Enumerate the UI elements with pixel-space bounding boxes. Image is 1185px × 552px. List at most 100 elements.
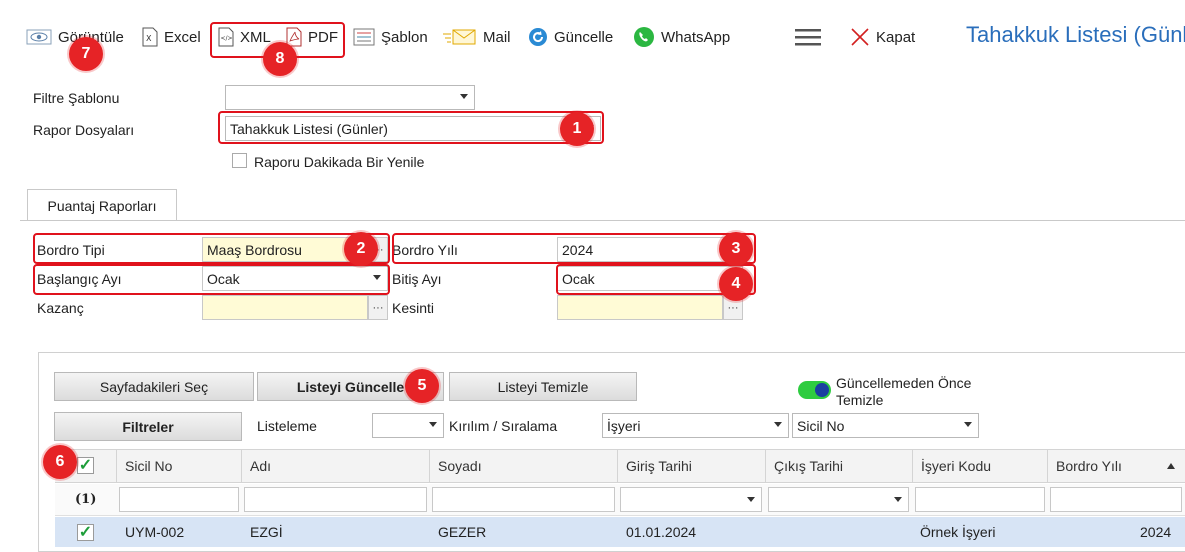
template-label: Şablon [381,28,428,46]
page-title: Tahakkuk Listesi (Günler) [966,22,1185,47]
badge-2: 2 [344,232,378,266]
breakdown-label: Kırılım / Sıralama [449,418,558,434]
pdf-label: PDF [308,28,338,46]
excel-label: Excel [164,28,201,46]
svg-text:</>: </> [221,35,233,42]
select-all-checkbox[interactable]: ✓ [77,457,94,474]
listing-label: Listeleme [257,418,317,434]
more-dots-icon: ··· [372,301,384,314]
eye-icon [26,29,52,45]
cell-adi: EZGİ [250,524,283,540]
sort-ascending-icon [1167,463,1175,469]
filter-cikis-tarihi[interactable] [768,487,909,512]
row-checkbox[interactable]: ✓ [77,524,94,541]
filter-isyeri-kodu[interactable] [915,487,1045,512]
chevron-down-icon [373,275,381,280]
auto-refresh-checkbox[interactable] [232,153,247,168]
cell-giris-tarihi: 01.01.2024 [626,524,697,540]
column-header-isyeri-kodu[interactable]: İşyeri Kodu [912,449,1047,483]
xml-button[interactable]: </> XML [218,24,271,50]
earning-lookup-button[interactable]: ··· [368,295,388,320]
start-month-label: Başlangıç Ayı [37,271,122,287]
deduction-label: Kesinti [392,300,435,316]
filter-template-label: Filtre Şablonu [33,90,120,106]
checkmark-icon: ✓ [78,456,93,474]
column-header-bordro-yili[interactable]: Bordro Yılı [1047,449,1185,483]
column-header-adi[interactable]: Adı [241,449,429,483]
refresh-icon [529,28,547,46]
payroll-type-label: Bordro Tipi [37,242,105,258]
template-button[interactable]: Şablon [353,24,428,50]
toolbar: Görüntüle X Excel </> XML PDF Şablon Mai… [0,0,1185,66]
badge-3: 3 [719,232,753,266]
filter-bordro-yili[interactable] [1050,487,1182,512]
chevron-down-icon [429,422,437,427]
xml-file-icon: </> [218,27,234,47]
badge-8: 8 [263,42,297,76]
column-header-soyadi[interactable]: Soyadı [429,449,617,483]
filter-template-select[interactable] [225,85,475,110]
tab-puantaj-raporlari[interactable]: Puantaj Raporları [27,189,177,221]
chevron-down-icon [894,497,902,502]
cell-soyadi: GEZER [438,524,487,540]
filters-label: Filtreler [122,418,174,435]
end-month-value: Ocak [562,270,595,287]
filters-button[interactable]: Filtreler [54,412,242,441]
close-label: Kapat [876,28,916,46]
toggle-knob [815,383,829,397]
pdf-button[interactable]: PDF [286,24,338,50]
clear-before-update-toggle[interactable] [798,381,831,399]
column-header-giris-tarihi[interactable]: Giriş Tarihi [617,449,765,483]
refresh-button[interactable]: Güncelle [528,24,613,50]
clear-before-update-label: Güncellemeden Önce Temizle [836,375,972,408]
badge-5: 5 [405,369,439,403]
svg-text:X: X [146,34,152,43]
chevron-down-icon [460,94,468,99]
excel-button[interactable]: X Excel [142,24,201,50]
start-month-select[interactable]: Ocak [202,266,388,291]
breakdown-value-1: İşyeri [607,417,641,434]
filter-soyadi[interactable] [432,487,615,512]
tab-label: Puantaj Raporları [47,197,157,214]
clear-list-label: Listeyi Temizle [497,378,589,395]
earning-field[interactable] [202,295,368,320]
column-header-sicil-no[interactable]: Sicil No [116,449,241,483]
report-files-value: Tahakkuk Listesi (Günler) [230,120,388,137]
excel-icon: X [142,27,158,47]
filter-adi[interactable] [244,487,427,512]
close-button[interactable]: Kapat [850,24,915,50]
payroll-year-label: Bordro Yılı [392,242,458,258]
deduction-field[interactable] [557,295,723,320]
cell-bordro-yili: 2024 [1140,524,1172,540]
column-header-label: Çıkış Tarihi [774,458,843,474]
chevron-down-icon [774,422,782,427]
badge-6: 6 [43,445,77,479]
column-header-cikis-tarihi[interactable]: Çıkış Tarihi [765,449,912,483]
more-dots-icon: ··· [727,301,739,314]
filter-giris-tarihi[interactable] [620,487,762,512]
auto-refresh-label: Raporu Dakikada Bir Yenile [254,154,425,170]
update-list-label: Listeyi Güncelle [296,378,405,395]
breakdown-select-2[interactable]: Sicil No [792,413,979,438]
filter-sicil-no[interactable] [119,487,239,512]
payroll-year-value: 2024 [562,241,594,258]
close-icon [851,28,869,46]
payroll-year-field[interactable]: 2024 [557,237,743,262]
table-row[interactable] [55,517,1185,547]
mail-label: Mail [483,28,511,46]
select-page-button[interactable]: Sayfadakileri Seç [54,372,254,401]
menu-button[interactable] [795,24,821,50]
column-header-label: Adı [250,458,272,474]
mail-button[interactable]: Mail [443,24,511,50]
report-files-select[interactable]: Tahakkuk Listesi (Günler) [225,116,601,141]
end-month-select[interactable]: Ocak [557,266,743,291]
refresh-label: Güncelle [554,28,614,46]
breakdown-select-1[interactable]: İşyeri [602,413,789,438]
select-page-label: Sayfadakileri Seç [99,378,209,395]
payroll-type-value: Maaş Bordrosu [207,241,302,258]
column-header-label: Sicil No [125,458,173,474]
cell-isyeri-kodu: Örnek İşyeri [920,524,996,540]
whatsapp-button[interactable]: WhatsApp [633,24,730,50]
listing-select[interactable] [372,413,444,438]
clear-list-button[interactable]: Listeyi Temizle [449,372,637,401]
